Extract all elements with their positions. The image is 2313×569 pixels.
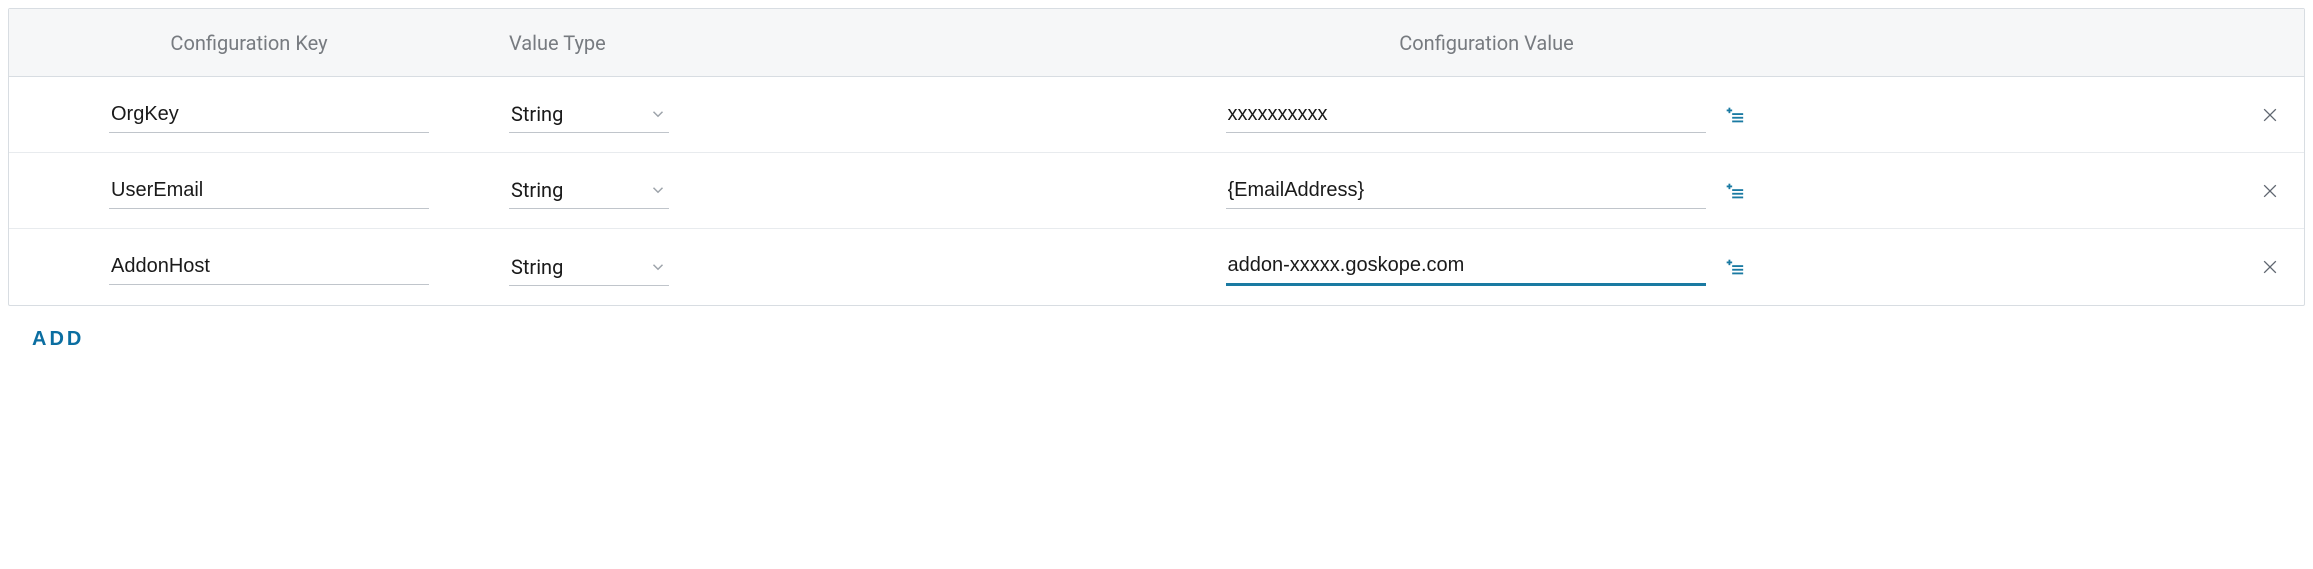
lookup-icon <box>1723 104 1745 126</box>
remove-row-button[interactable] <box>2256 177 2284 205</box>
cell-config-key <box>29 173 469 209</box>
value-type-text: String <box>511 102 649 126</box>
close-icon <box>2260 257 2280 277</box>
lookup-button[interactable] <box>1720 253 1748 281</box>
cell-actions <box>2204 177 2284 205</box>
table-row: String <box>9 77 2304 153</box>
add-button[interactable]: ADD <box>32 328 84 351</box>
close-icon <box>2260 181 2280 201</box>
chevron-down-icon <box>649 105 667 123</box>
cell-config-value <box>769 248 2204 286</box>
cell-config-value <box>769 173 2204 209</box>
cell-actions <box>2204 253 2284 281</box>
table-header-row: Configuration Key Value Type Configurati… <box>9 9 2304 77</box>
remove-row-button[interactable] <box>2256 253 2284 281</box>
cell-config-key <box>29 97 469 133</box>
lookup-button[interactable] <box>1720 101 1748 129</box>
lookup-button[interactable] <box>1720 177 1748 205</box>
cell-value-type: String <box>469 172 769 209</box>
lookup-icon <box>1723 180 1745 202</box>
lookup-icon <box>1723 256 1745 278</box>
cell-value-type: String <box>469 249 769 286</box>
config-key-input[interactable] <box>109 249 429 285</box>
config-value-input[interactable] <box>1226 173 1706 209</box>
chevron-down-icon <box>649 258 667 276</box>
chevron-down-icon <box>649 181 667 199</box>
config-value-input[interactable] <box>1226 97 1706 133</box>
value-type-select[interactable]: String <box>509 96 669 133</box>
cell-config-value <box>769 97 2204 133</box>
header-config-key: Configuration Key <box>29 31 469 55</box>
header-config-value: Configuration Value <box>769 31 2204 55</box>
value-type-text: String <box>511 178 649 202</box>
config-key-input[interactable] <box>109 97 429 133</box>
close-icon <box>2260 105 2280 125</box>
config-table: Configuration Key Value Type Configurati… <box>8 8 2305 306</box>
cell-actions <box>2204 101 2284 129</box>
config-key-input[interactable] <box>109 173 429 209</box>
header-value-type: Value Type <box>469 31 769 55</box>
value-type-select[interactable]: String <box>509 249 669 286</box>
cell-value-type: String <box>469 96 769 133</box>
cell-config-key <box>29 249 469 285</box>
value-type-text: String <box>511 255 649 279</box>
config-value-input[interactable] <box>1226 248 1706 286</box>
value-type-select[interactable]: String <box>509 172 669 209</box>
table-row: String <box>9 229 2304 305</box>
table-row: String <box>9 153 2304 229</box>
remove-row-button[interactable] <box>2256 101 2284 129</box>
